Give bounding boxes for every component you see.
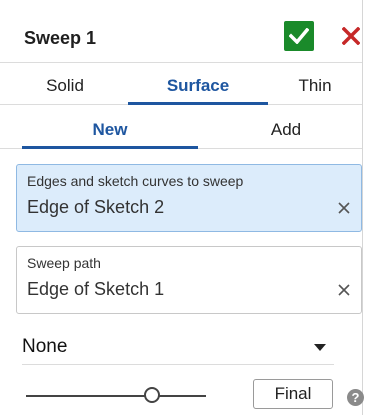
sweep-type-tabs: Solid Surface Thin xyxy=(0,68,362,105)
close-icon xyxy=(342,27,360,45)
operation-mode-tabs: New Add xyxy=(0,112,362,149)
tab-solid[interactable]: Solid xyxy=(10,68,120,104)
active-tab-indicator xyxy=(128,102,268,105)
path-field-label: Sweep path xyxy=(27,255,101,271)
path-clear-button[interactable] xyxy=(335,281,353,299)
checkmark-icon xyxy=(289,28,309,44)
sweep-path-field[interactable]: Sweep path Edge of Sketch 1 xyxy=(16,246,362,314)
sweep-feature-panel: Sweep 1 Solid Surface Thin New Add Edges… xyxy=(0,0,363,415)
close-icon xyxy=(338,284,350,296)
tab-new[interactable]: New xyxy=(22,112,198,148)
panel-header: Sweep 1 xyxy=(0,0,362,63)
tab-add[interactable]: Add xyxy=(200,112,367,148)
close-icon xyxy=(338,202,350,214)
edges-clear-button[interactable] xyxy=(335,199,353,217)
edges-selection-field[interactable]: Edges and sketch curves to sweep Edge of… xyxy=(16,164,362,232)
edges-field-label: Edges and sketch curves to sweep xyxy=(27,173,244,189)
active-mode-indicator xyxy=(22,146,198,149)
final-button[interactable]: Final xyxy=(253,379,333,409)
tab-thin[interactable]: Thin xyxy=(270,68,360,104)
path-field-value: Edge of Sketch 1 xyxy=(27,279,165,299)
edges-field-value: Edge of Sketch 2 xyxy=(27,197,165,217)
rollback-slider-track[interactable] xyxy=(26,395,206,397)
profile-control-dropdown[interactable]: None xyxy=(22,330,334,365)
caret-down-icon xyxy=(314,344,326,351)
feature-title: Sweep 1 xyxy=(24,28,97,48)
rollback-slider-thumb[interactable] xyxy=(144,387,160,403)
tab-surface[interactable]: Surface xyxy=(128,68,268,104)
accept-button[interactable] xyxy=(284,21,314,51)
help-icon[interactable]: ? xyxy=(347,389,364,406)
dropdown-selected-value: None xyxy=(22,336,68,357)
cancel-button[interactable] xyxy=(340,24,362,48)
